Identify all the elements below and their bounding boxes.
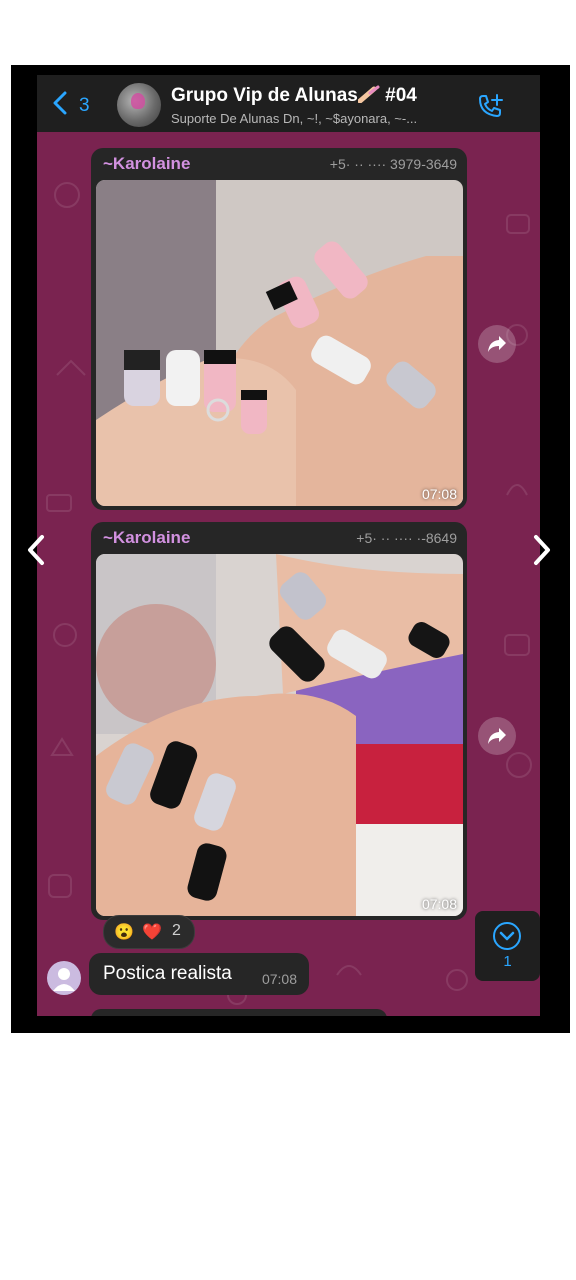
call-add-icon[interactable] bbox=[475, 93, 505, 121]
user-silhouette-icon bbox=[53, 968, 75, 991]
sender-phone: +5· ·· ···· 3979-3649 bbox=[329, 156, 457, 172]
sender-name[interactable]: ~Karolaine bbox=[103, 154, 190, 174]
chat-title-text: Grupo Vip de Alunas bbox=[171, 85, 358, 106]
surprised-emoji: 😮 bbox=[114, 924, 134, 941]
back-chevron-icon[interactable] bbox=[51, 91, 79, 115]
message-time: 07:08 bbox=[421, 486, 457, 502]
message-time: 07:08 bbox=[421, 896, 457, 912]
chevron-left-icon[interactable] bbox=[24, 534, 48, 566]
chevron-right-icon[interactable] bbox=[530, 534, 554, 566]
chat-participants[interactable]: Suporte De Alunas Dn, ~!, ~$ayonara, ~-.… bbox=[171, 111, 471, 126]
text-message[interactable]: Postica realista 07:08 bbox=[89, 953, 309, 995]
forward-icon bbox=[488, 336, 506, 352]
sender-phone: +5· ·· ···· ·-8649 bbox=[356, 530, 457, 546]
image-message[interactable]: ~Karolaine +5· ·· ···· ·-8649 07:08 bbox=[91, 522, 467, 920]
forward-button[interactable] bbox=[478, 717, 516, 755]
heart-emoji: ❤️ bbox=[142, 924, 162, 941]
message-time: 07:08 bbox=[261, 971, 297, 987]
unread-count[interactable]: 3 bbox=[79, 95, 90, 117]
image-message[interactable]: ~Karolaine +5· ·· ···· 3979-3649 07:08 bbox=[91, 148, 467, 510]
reactions-pill[interactable]: 😮 ❤️ 2 bbox=[103, 915, 195, 949]
scroll-down-icon bbox=[493, 922, 521, 950]
unread-badge: 1 bbox=[503, 953, 512, 970]
sender-name[interactable]: ~Karolaine bbox=[103, 528, 190, 548]
chat-title-suffix: #04 bbox=[385, 85, 417, 106]
nail-photo[interactable] bbox=[96, 554, 463, 916]
viewer-frame: 3 Grupo Vip de Alunas #04 Suporte De Alu… bbox=[11, 65, 570, 1033]
nail-photo[interactable] bbox=[96, 180, 463, 506]
partial-message[interactable] bbox=[91, 1009, 387, 1016]
chat-screen: 3 Grupo Vip de Alunas #04 Suporte De Alu… bbox=[37, 75, 540, 1016]
scroll-to-bottom-button[interactable]: 1 bbox=[475, 911, 540, 981]
group-avatar[interactable] bbox=[117, 83, 161, 127]
nail-polish-icon bbox=[357, 85, 380, 103]
forward-button[interactable] bbox=[478, 325, 516, 363]
reaction-count: 2 bbox=[172, 922, 181, 939]
avatar[interactable] bbox=[47, 961, 81, 995]
forward-icon bbox=[488, 728, 506, 744]
message-text: Postica realista bbox=[103, 963, 232, 984]
chat-title[interactable]: Grupo Vip de Alunas #04 bbox=[171, 85, 417, 107]
chat-header: 3 Grupo Vip de Alunas #04 Suporte De Alu… bbox=[37, 75, 540, 132]
